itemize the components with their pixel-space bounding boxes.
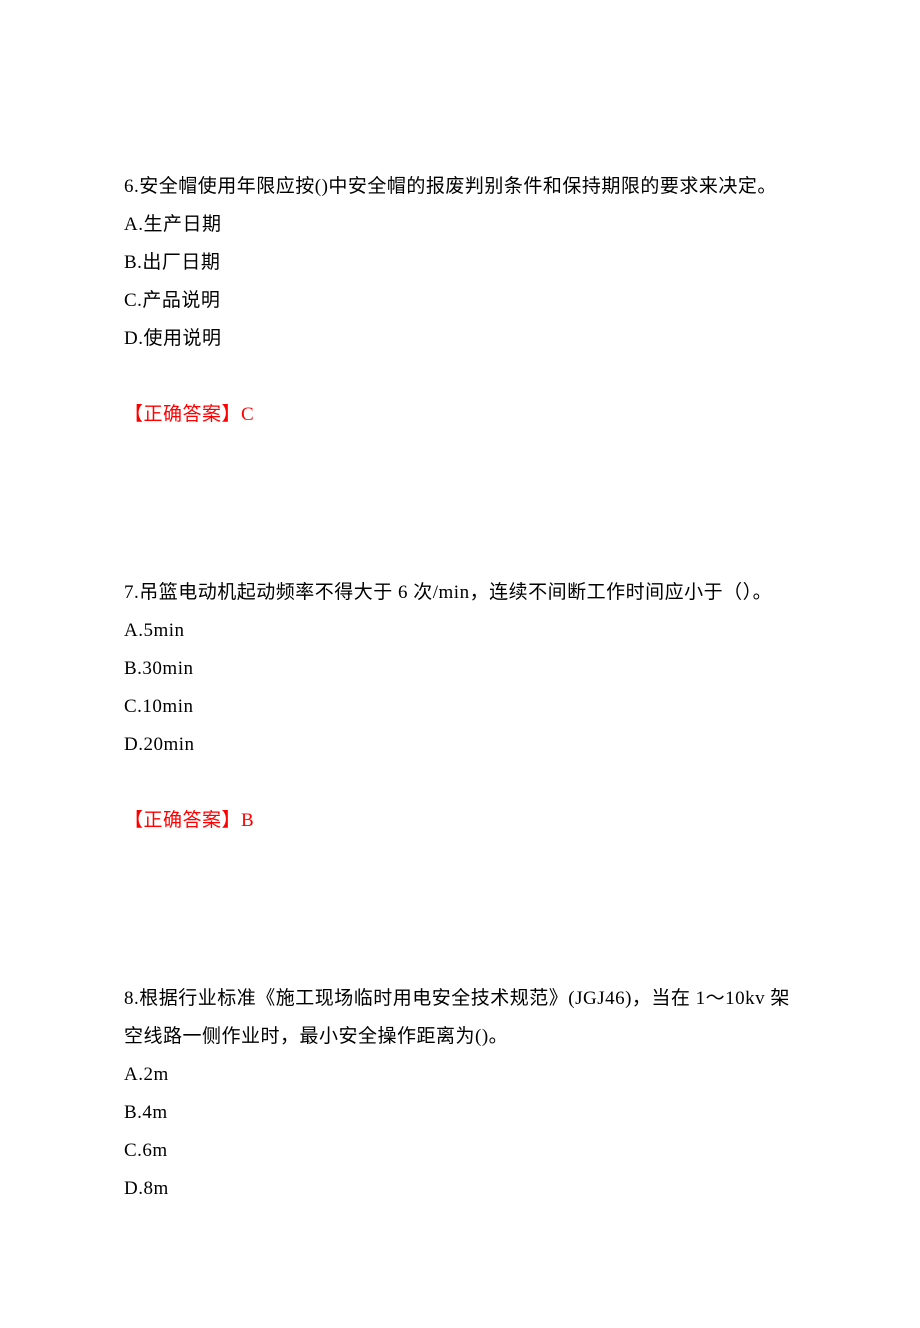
- section-gap: [124, 494, 796, 574]
- answer-value: B: [241, 810, 254, 831]
- option-d: D.8m: [124, 1170, 796, 1208]
- option-b: B.30min: [124, 650, 796, 688]
- answer-label: 【正确答案】: [124, 810, 241, 831]
- option-c: C.产品说明: [124, 282, 796, 320]
- question-6: 6.安全帽使用年限应按()中安全帽的报废判别条件和保持期限的要求来决定。 A.生…: [124, 168, 796, 434]
- question-stem: 7.吊篮电动机起动频率不得大于 6 次/min，连续不间断工作时间应小于（）。: [124, 574, 796, 612]
- option-a: A.5min: [124, 612, 796, 650]
- option-b: B.4m: [124, 1094, 796, 1132]
- question-7: 7.吊篮电动机起动频率不得大于 6 次/min，连续不间断工作时间应小于（）。 …: [124, 574, 796, 840]
- option-c: C.10min: [124, 688, 796, 726]
- question-stem: 6.安全帽使用年限应按()中安全帽的报废判别条件和保持期限的要求来决定。: [124, 168, 796, 206]
- answer-line: 【正确答案】C: [124, 396, 796, 434]
- question-stem: 8.根据行业标准《施工现场临时用电安全技术规范》(JGJ46)，当在 1～10k…: [124, 980, 796, 1056]
- option-b: B.出厂日期: [124, 244, 796, 282]
- answer-value: C: [241, 404, 254, 425]
- option-a: A.2m: [124, 1056, 796, 1094]
- section-gap: [124, 900, 796, 980]
- option-d: D.20min: [124, 726, 796, 764]
- option-d: D.使用说明: [124, 320, 796, 358]
- option-a: A.生产日期: [124, 206, 796, 244]
- answer-line: 【正确答案】B: [124, 802, 796, 840]
- option-c: C.6m: [124, 1132, 796, 1170]
- document-page: 6.安全帽使用年限应按()中安全帽的报废判别条件和保持期限的要求来决定。 A.生…: [0, 0, 920, 1328]
- question-8: 8.根据行业标准《施工现场临时用电安全技术规范》(JGJ46)，当在 1～10k…: [124, 980, 796, 1208]
- answer-label: 【正确答案】: [124, 404, 241, 425]
